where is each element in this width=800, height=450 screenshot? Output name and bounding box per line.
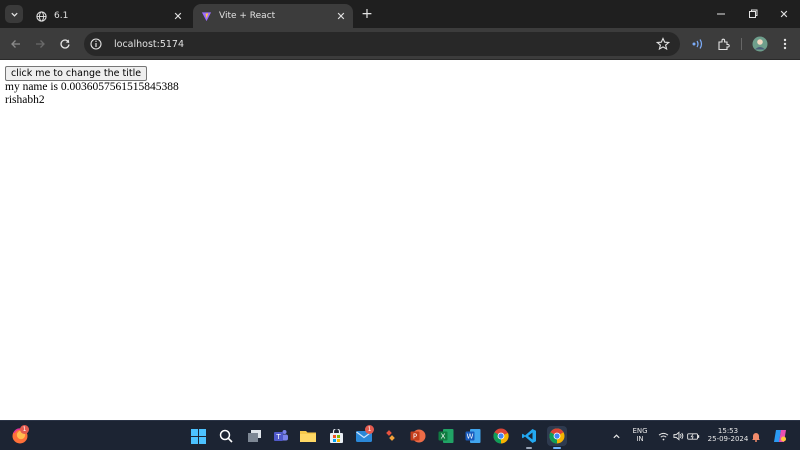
tab-6-1[interactable]: 6.1 ✕ — [28, 4, 190, 28]
notification-bell-icon[interactable] — [749, 426, 763, 446]
close-window-icon[interactable]: ✕ — [771, 4, 797, 24]
svg-text:W: W — [467, 433, 474, 441]
tab-title: 6.1 — [54, 11, 69, 21]
search-icon[interactable] — [216, 426, 236, 446]
forward-arrow-icon[interactable] — [30, 34, 50, 54]
windows-taskbar: 1 T 1 P X W ENG IN 15:53 25-09-2024 — [0, 420, 800, 450]
close-tab-icon[interactable]: ✕ — [333, 8, 349, 24]
close-tab-icon[interactable]: ✕ — [170, 8, 186, 24]
chevron-up-icon[interactable] — [606, 426, 626, 446]
new-tab-button[interactable]: + — [359, 6, 375, 22]
notification-badge: 1 — [20, 425, 29, 434]
svg-text:T: T — [275, 433, 281, 441]
chrome-icon[interactable] — [491, 426, 511, 446]
bookmark-star-icon[interactable] — [656, 37, 670, 51]
address-bar[interactable]: localhost:5174 — [84, 32, 680, 56]
task-view-icon[interactable] — [244, 426, 264, 446]
username-text: rishabh2 — [5, 94, 45, 106]
notification-badge: 1 — [365, 425, 374, 434]
excel-icon[interactable]: X — [436, 426, 456, 446]
read-aloud-icon[interactable] — [688, 34, 708, 54]
battery-icon[interactable] — [686, 426, 700, 446]
site-info-icon[interactable] — [90, 38, 102, 50]
powerpoint-icon[interactable]: P — [408, 426, 428, 446]
language-text: ENG — [632, 427, 648, 435]
region-text: IN — [636, 435, 644, 443]
clock[interactable]: 15:53 25-09-2024 — [705, 427, 751, 443]
svg-text:X: X — [441, 433, 446, 441]
toolbar-divider — [741, 38, 742, 50]
reload-icon[interactable] — [55, 34, 75, 54]
word-icon[interactable]: W — [463, 426, 483, 446]
back-arrow-icon[interactable] — [6, 34, 26, 54]
volume-icon[interactable] — [672, 426, 684, 446]
browser-toolbar: localhost:5174 — [0, 28, 800, 60]
minimize-icon[interactable] — [708, 4, 734, 24]
address-text: localhost:5174 — [114, 38, 185, 50]
tab-search-button[interactable] — [5, 5, 23, 23]
vite-logo-icon — [201, 11, 212, 22]
vscode-icon[interactable] — [519, 426, 539, 446]
name-text: my name is 0.0036057561515845388 — [5, 81, 179, 93]
more-options-icon[interactable] — [775, 34, 795, 54]
chevron-down-icon — [10, 12, 18, 17]
app-icon[interactable] — [381, 426, 401, 446]
file-explorer-icon[interactable] — [298, 426, 318, 446]
active-indicator — [553, 447, 561, 449]
svg-text:P: P — [413, 433, 417, 441]
date-text: 25-09-2024 — [707, 435, 749, 443]
teams-icon[interactable]: T — [271, 426, 291, 446]
copilot-icon[interactable] — [770, 426, 790, 446]
chrome-active-icon[interactable] — [547, 426, 567, 446]
profile-avatar[interactable] — [750, 34, 770, 54]
tab-title: Vite + React — [219, 11, 276, 21]
tab-vite-react[interactable]: Vite + React ✕ — [193, 4, 353, 28]
language-indicator[interactable]: ENG IN — [628, 427, 652, 443]
store-icon[interactable] — [326, 426, 346, 446]
windows-start-icon[interactable] — [188, 426, 208, 446]
globe-icon — [36, 10, 47, 22]
page-viewport: click me to change the title my name is … — [0, 61, 800, 420]
tab-strip: 6.1 ✕ Vite + React ✕ + ✕ — [0, 0, 800, 28]
running-indicator — [526, 447, 532, 449]
wifi-icon[interactable] — [657, 426, 669, 446]
change-title-button[interactable]: click me to change the title — [5, 66, 148, 81]
restore-icon[interactable] — [740, 4, 766, 24]
extensions-puzzle-icon[interactable] — [713, 34, 733, 54]
time-text: 15:53 — [717, 427, 739, 435]
